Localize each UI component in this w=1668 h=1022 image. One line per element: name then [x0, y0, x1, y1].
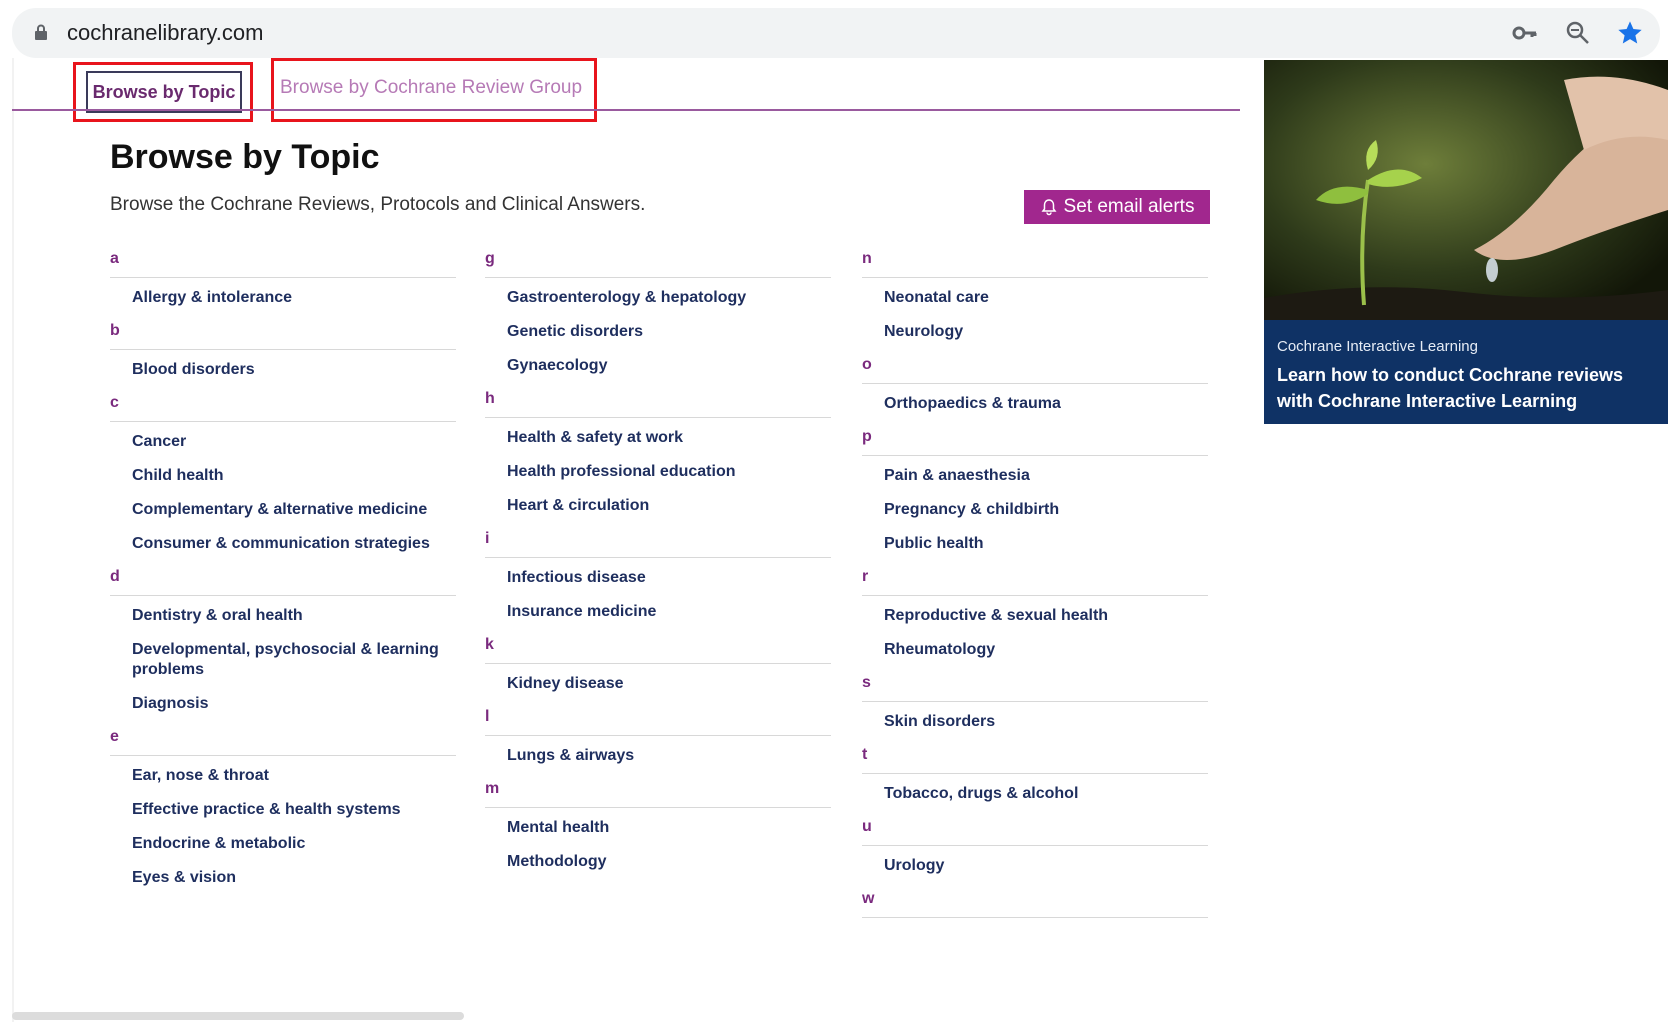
letter-heading: o	[862, 356, 1208, 384]
topic-link[interactable]: Skin disorders	[862, 712, 1208, 732]
topic-column-3: n Neonatal care Neurology o Orthopaedics & t…	[862, 250, 1208, 926]
lock-icon	[35, 24, 47, 40]
topic-link[interactable]: Dentistry & oral health	[110, 606, 456, 626]
set-email-alerts-button[interactable]: Set email alerts	[1024, 190, 1210, 224]
page-edge	[12, 58, 14, 1022]
topic-link[interactable]: Diagnosis	[110, 694, 456, 714]
bookmark-star-icon[interactable]	[1616, 19, 1644, 47]
topic-link[interactable]: Tobacco, drugs & alcohol	[862, 784, 1208, 804]
topic-link[interactable]: Blood disorders	[110, 360, 456, 380]
topic-link[interactable]: Complementary & alternative medicine	[110, 500, 456, 520]
topic-link[interactable]: Endocrine & metabolic	[110, 834, 456, 854]
topic-link[interactable]: Ear, nose & throat	[110, 766, 456, 786]
topic-link[interactable]: Mental health	[485, 818, 831, 838]
highlight-box-topic: Browse by Topic	[73, 62, 253, 122]
bell-icon	[1041, 199, 1057, 216]
topic-link[interactable]: Kidney disease	[485, 674, 831, 694]
tab-divider	[12, 109, 1240, 111]
topic-link[interactable]: Cancer	[110, 432, 456, 452]
topic-link[interactable]: Neurology	[862, 322, 1208, 342]
page-subtitle: Browse the Cochrane Reviews, Protocols a…	[110, 194, 646, 215]
topic-link[interactable]: Health professional education	[485, 462, 831, 482]
letter-heading: l	[485, 708, 831, 736]
page-title: Browse by Topic	[110, 138, 380, 176]
topic-column-2: g Gastroenterology & hepatology Genetic di…	[485, 250, 831, 886]
set-email-alerts-label: Set email alerts	[1063, 196, 1195, 217]
topic-link[interactable]: Effective practice & health systems	[110, 800, 456, 820]
letter-heading: p	[862, 428, 1208, 456]
letter-heading: s	[862, 674, 1208, 702]
tab-browse-by-topic[interactable]: Browse by Topic	[86, 71, 242, 113]
topic-link[interactable]: Reproductive & sexual health	[862, 606, 1208, 626]
topic-link[interactable]: Heart & circulation	[485, 496, 831, 516]
topic-link[interactable]: Pregnancy & childbirth	[862, 500, 1208, 520]
address-bar[interactable]: cochranelibrary.com	[12, 8, 1660, 58]
zoom-icon[interactable]	[1565, 20, 1591, 46]
letter-heading: g	[485, 250, 831, 278]
letter-heading: u	[862, 818, 1208, 846]
topic-link[interactable]: Methodology	[485, 852, 831, 872]
topic-link[interactable]: Neonatal care	[862, 288, 1208, 308]
letter-heading: i	[485, 530, 831, 558]
url-text[interactable]: cochranelibrary.com	[67, 20, 263, 46]
topic-link[interactable]: Developmental, psychosocial & learning p…	[110, 640, 456, 680]
topic-link[interactable]: Child health	[110, 466, 456, 486]
promo-headline[interactable]: Learn how to conduct Cochrane reviews wi…	[1277, 362, 1657, 414]
letter-heading: c	[110, 394, 456, 422]
topic-link[interactable]: Genetic disorders	[485, 322, 831, 342]
topic-link[interactable]: Allergy & intolerance	[110, 288, 456, 308]
topic-link[interactable]: Eyes & vision	[110, 868, 456, 888]
topic-link[interactable]: Consumer & communication strategies	[110, 534, 456, 554]
highlight-box-group: Browse by Cochrane Review Group	[271, 58, 597, 122]
topic-link[interactable]: Rheumatology	[862, 640, 1208, 660]
horizontal-scrollbar[interactable]	[12, 1012, 464, 1020]
topic-link[interactable]: Gastroenterology & hepatology	[485, 288, 831, 308]
topic-link[interactable]: Urology	[862, 856, 1208, 876]
seedling-hand-image	[1264, 60, 1668, 320]
letter-heading: a	[110, 250, 456, 278]
key-icon[interactable]	[1512, 21, 1538, 45]
letter-heading: r	[862, 568, 1208, 596]
topic-link[interactable]: Public health	[862, 534, 1208, 554]
topic-link[interactable]: Gynaecology	[485, 356, 831, 376]
letter-heading: d	[110, 568, 456, 596]
promo-kicker: Cochrane Interactive Learning	[1277, 338, 1478, 355]
letter-heading: h	[485, 390, 831, 418]
topic-link[interactable]: Orthopaedics & trauma	[862, 394, 1208, 414]
letter-heading: n	[862, 250, 1208, 278]
topic-link[interactable]: Health & safety at work	[485, 428, 831, 448]
letter-heading: b	[110, 322, 456, 350]
letter-heading: k	[485, 636, 831, 664]
topic-link[interactable]: Lungs & airways	[485, 746, 831, 766]
promo-banner[interactable]: Cochrane Interactive Learning Learn how …	[1264, 60, 1668, 424]
tab-browse-by-review-group[interactable]: Browse by Cochrane Review Group	[280, 77, 582, 99]
topic-link[interactable]: Infectious disease	[485, 568, 831, 588]
topic-column-1: a Allergy & intolerance b Blood disorders c C…	[110, 250, 456, 902]
topic-link[interactable]: Insurance medicine	[485, 602, 831, 622]
letter-heading: w	[862, 890, 1208, 918]
letter-heading: e	[110, 728, 456, 756]
letter-heading: m	[485, 780, 831, 808]
letter-heading: t	[862, 746, 1208, 774]
topic-link[interactable]: Pain & anaesthesia	[862, 466, 1208, 486]
